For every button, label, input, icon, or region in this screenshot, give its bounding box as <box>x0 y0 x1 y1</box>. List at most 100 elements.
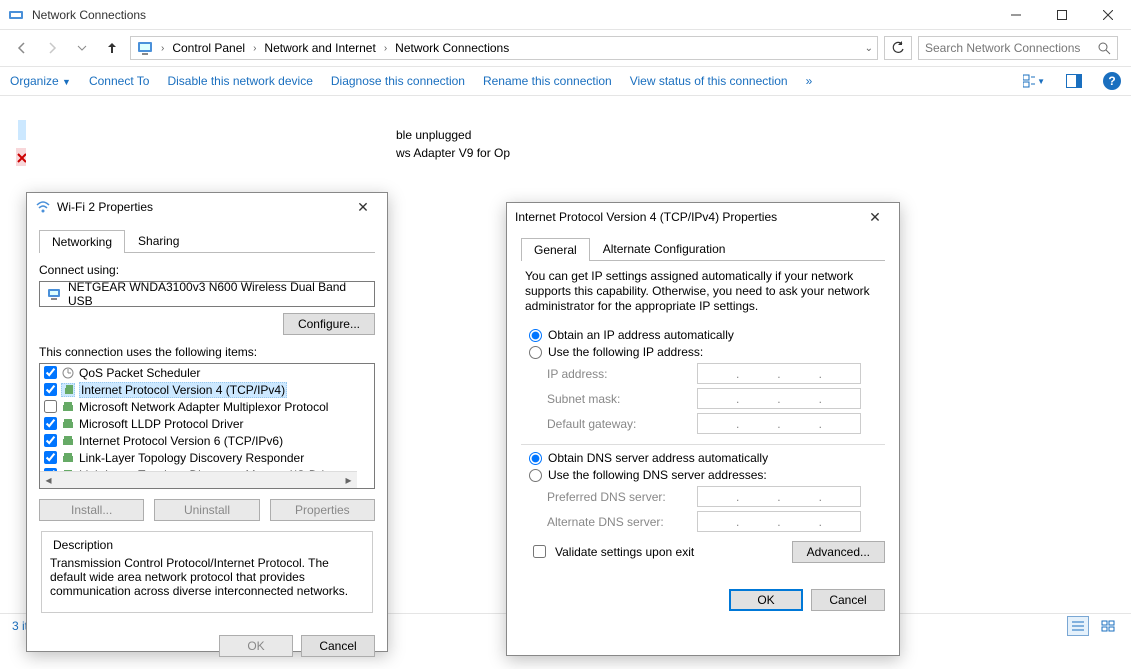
items-label: This connection uses the following items… <box>39 345 375 359</box>
radio-auto-ip[interactable]: Obtain an IP address automatically <box>529 328 885 342</box>
preferred-dns-label: Preferred DNS server: <box>547 490 697 504</box>
tab-alternate-config[interactable]: Alternate Configuration <box>590 237 739 260</box>
overflow-chevrons[interactable]: » <box>806 74 813 88</box>
diagnose-button[interactable]: Diagnose this connection <box>331 74 465 88</box>
advanced-button[interactable]: Advanced... <box>792 541 885 563</box>
validate-checkbox[interactable] <box>533 545 546 558</box>
radio-manual-dns[interactable]: Use the following DNS server addresses: <box>529 468 885 482</box>
close-button[interactable] <box>1085 0 1131 30</box>
dialog-titlebar[interactable]: Internet Protocol Version 4 (TCP/IPv4) P… <box>507 203 899 231</box>
cancel-button[interactable]: Cancel <box>811 589 885 611</box>
separator <box>521 444 885 445</box>
chevron-right-icon: › <box>382 43 389 54</box>
dialog-title: Internet Protocol Version 4 (TCP/IPv4) P… <box>515 210 777 224</box>
item-label: Link-Layer Topology Discovery Responder <box>79 451 304 465</box>
radio-auto-dns[interactable]: Obtain DNS server address automatically <box>529 451 885 465</box>
crumb-network-internet[interactable]: Network and Internet <box>262 41 377 55</box>
preferred-dns-field: ... <box>697 486 861 507</box>
list-item[interactable]: QoS Packet Scheduler <box>40 364 374 381</box>
minimize-button[interactable] <box>993 0 1039 30</box>
titlebar: Network Connections <box>0 0 1131 30</box>
protocol-icon <box>61 434 75 448</box>
properties-button[interactable]: Properties <box>270 499 375 521</box>
radio-auto-dns-input[interactable] <box>529 452 542 465</box>
item-checkbox[interactable] <box>44 451 57 464</box>
dialog-title: Wi-Fi 2 Properties <box>57 200 153 214</box>
disable-device-button[interactable]: Disable this network device <box>167 74 312 88</box>
search-input[interactable]: Search Network Connections <box>918 36 1118 60</box>
item-checkbox[interactable] <box>44 417 57 430</box>
radio-auto-ip-input[interactable] <box>529 329 542 342</box>
crumb-network-connections[interactable]: Network Connections <box>393 41 511 55</box>
radio-manual-ip[interactable]: Use the following IP address: <box>529 345 885 359</box>
item-checkbox[interactable] <box>44 434 57 447</box>
organize-menu[interactable]: Organize ▼ <box>10 74 71 88</box>
list-item[interactable]: Microsoft Network Adapter Multiplexor Pr… <box>40 398 374 415</box>
chevron-down-icon: ▼ <box>62 77 71 87</box>
large-icons-view-button[interactable] <box>1097 616 1119 636</box>
item-checkbox[interactable] <box>44 400 57 413</box>
help-button[interactable]: ? <box>1103 72 1121 90</box>
protocol-icon <box>61 383 75 397</box>
uninstall-button[interactable]: Uninstall <box>154 499 259 521</box>
install-button[interactable]: Install... <box>39 499 144 521</box>
intro-text: You can get IP settings assigned automat… <box>525 269 881 314</box>
rename-button[interactable]: Rename this connection <box>483 74 612 88</box>
content-area: ble unplugged ws Adapter V9 for Op Wi-Fi… <box>0 96 1131 613</box>
maximize-button[interactable] <box>1039 0 1085 30</box>
list-item[interactable]: Internet Protocol Version 6 (TCP/IPv6) <box>40 432 374 449</box>
breadcrumb[interactable]: › Control Panel › Network and Internet ›… <box>130 36 878 60</box>
cancel-button[interactable]: Cancel <box>301 635 375 657</box>
obscured-items <box>0 116 26 176</box>
details-view-button[interactable] <box>1067 616 1089 636</box>
ip-address-field: ... <box>697 363 861 384</box>
wifi-icon <box>35 199 51 215</box>
adapter-field[interactable]: NETGEAR WNDA3100v3 N600 Wireless Dual Ba… <box>39 281 375 307</box>
network-adapter-icon <box>46 286 62 302</box>
up-button[interactable] <box>100 36 124 60</box>
tab-networking[interactable]: Networking <box>39 230 125 253</box>
view-options-button[interactable]: ▼ <box>1023 70 1045 92</box>
control-panel-icon <box>137 40 153 56</box>
crumb-control-panel[interactable]: Control Panel <box>170 41 247 55</box>
back-button[interactable] <box>10 36 34 60</box>
configure-button[interactable]: Configure... <box>283 313 375 335</box>
ipv4-properties-dialog: Internet Protocol Version 4 (TCP/IPv4) P… <box>506 202 900 656</box>
tab-general[interactable]: General <box>521 238 590 261</box>
connect-to-button[interactable]: Connect To <box>89 74 150 88</box>
tabstrip: General Alternate Configuration <box>521 237 885 261</box>
default-gateway-label: Default gateway: <box>547 417 697 431</box>
description-text: Transmission Control Protocol/Internet P… <box>50 556 364 598</box>
dialog-close-button[interactable]: ✕ <box>859 203 891 231</box>
chevron-down-icon[interactable]: ⌄ <box>865 43 873 54</box>
list-item[interactable]: Microsoft LLDP Protocol Driver <box>40 415 374 432</box>
radio-manual-dns-input[interactable] <box>529 469 542 482</box>
radio-manual-ip-input[interactable] <box>529 346 542 359</box>
item-checkbox[interactable] <box>44 366 57 379</box>
list-item[interactable]: Link-Layer Topology Discovery Responder <box>40 449 374 466</box>
protocol-icon <box>61 400 75 414</box>
ok-button[interactable]: OK <box>219 635 293 657</box>
ip-address-label: IP address: <box>547 367 697 381</box>
tab-sharing[interactable]: Sharing <box>125 229 192 252</box>
dialog-titlebar[interactable]: Wi-Fi 2 Properties ✕ <box>27 193 387 221</box>
address-bar-row: › Control Panel › Network and Internet ›… <box>0 30 1131 66</box>
list-item[interactable]: Internet Protocol Version 4 (TCP/IPv4) <box>40 381 374 398</box>
horizontal-scrollbar[interactable]: ◂ ▸ <box>40 471 357 488</box>
alternate-dns-label: Alternate DNS server: <box>547 515 697 529</box>
scroll-left-arrow[interactable]: ◂ <box>40 472 57 489</box>
view-status-button[interactable]: View status of this connection <box>630 74 788 88</box>
forward-button[interactable] <box>40 36 64 60</box>
item-checkbox[interactable] <box>44 383 57 396</box>
ok-button[interactable]: OK <box>729 589 803 611</box>
protocol-list[interactable]: QoS Packet SchedulerInternet Protocol Ve… <box>39 363 375 489</box>
preview-pane-button[interactable] <box>1063 70 1085 92</box>
recent-dropdown[interactable] <box>70 36 94 60</box>
refresh-button[interactable] <box>884 36 912 60</box>
default-gateway-field: ... <box>697 413 861 434</box>
dialog-close-button[interactable]: ✕ <box>347 193 379 221</box>
tabstrip: Networking Sharing <box>39 229 375 253</box>
scroll-right-arrow[interactable]: ▸ <box>340 472 357 489</box>
description-heading: Description <box>50 538 116 552</box>
item-label: QoS Packet Scheduler <box>79 366 200 380</box>
